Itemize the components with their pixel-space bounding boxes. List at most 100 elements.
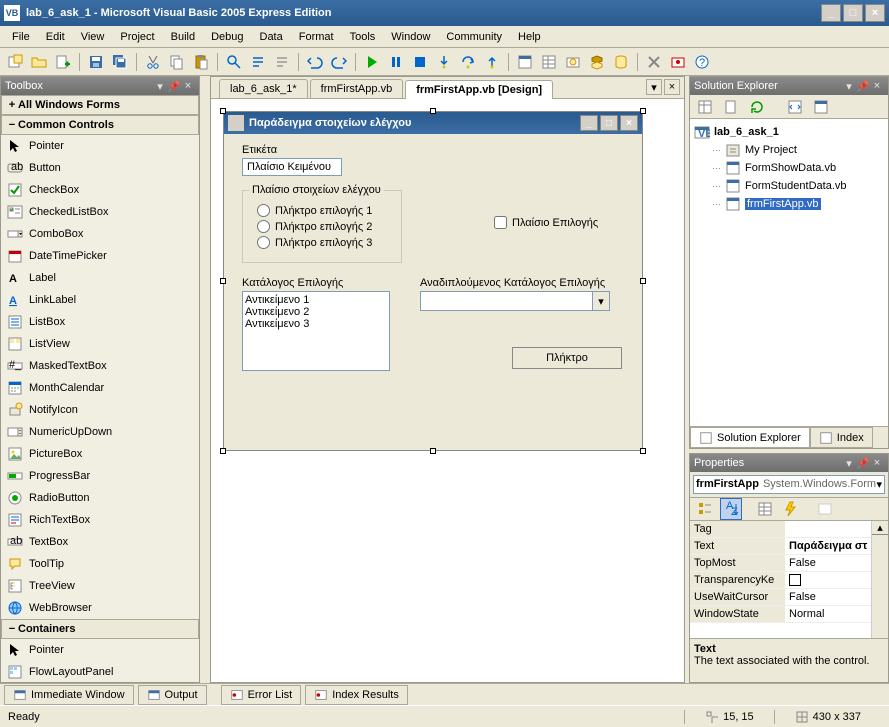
textbox-control[interactable]: Πλαίσιο Κειμένου (242, 158, 342, 176)
menu-format[interactable]: Format (291, 29, 342, 45)
toolbox-item-progressbar[interactable]: ProgressBar (1, 465, 199, 487)
menu-view[interactable]: View (73, 29, 113, 45)
menu-data[interactable]: Data (252, 29, 291, 45)
find-button[interactable] (223, 51, 245, 73)
toolbox-button[interactable] (586, 51, 608, 73)
combobox-dropdown-button[interactable]: ▾ (592, 292, 609, 310)
properties-icon[interactable] (694, 96, 716, 118)
new-project-button[interactable] (4, 51, 26, 73)
maximize-button[interactable]: □ (843, 4, 863, 22)
document-tab[interactable]: frmFirstApp.vb [Design] (405, 80, 553, 99)
dropdown-icon[interactable]: ▾ (842, 79, 856, 93)
copy-button[interactable] (166, 51, 188, 73)
step-into-button[interactable] (433, 51, 455, 73)
properties-grid[interactable]: TagTextΠαράδειγμα στTopMostFalseTranspar… (690, 521, 871, 638)
groupbox-control[interactable]: Πλαίσιο στοιχείων ελέγχου Πλήκτρο επιλογ… (242, 190, 402, 263)
toolbox-item-listview[interactable]: ListView (1, 333, 199, 355)
toolbox-item-checkbox[interactable]: CheckBox (1, 179, 199, 201)
save-all-button[interactable] (109, 51, 131, 73)
toolbox-item-treeview[interactable]: TreeView (1, 575, 199, 597)
list-item[interactable]: Αντικείμενο 1 (245, 294, 387, 306)
events-icon[interactable] (780, 498, 802, 520)
toolbox-item-listbox[interactable]: ListBox (1, 311, 199, 333)
toolbox-item-webbrowser[interactable]: WebBrowser (1, 597, 199, 619)
add-item-button[interactable] (52, 51, 74, 73)
toolbox-item-pointer[interactable]: Pointer (1, 639, 199, 661)
solution-explorer-button[interactable] (514, 51, 536, 73)
design-surface[interactable]: Παράδειγμα στοιχείων ελέγχου _ □ × Ετικέ… (211, 99, 684, 682)
toolbox-item-button[interactable]: abButton (1, 157, 199, 179)
categorized-icon[interactable] (694, 498, 716, 520)
close-icon[interactable]: × (870, 79, 884, 93)
scrollbar[interactable]: ▴ (871, 521, 888, 638)
bottom-tab[interactable]: Output (138, 685, 207, 705)
close-icon[interactable]: × (870, 456, 884, 470)
tree-node[interactable]: ⋯frmFirstApp.vb (694, 195, 884, 213)
toolbox-item-combobox[interactable]: ComboBox (1, 223, 199, 245)
properties-icon[interactable] (754, 498, 776, 520)
dropdown-icon[interactable]: ▾ (842, 456, 856, 470)
document-tab[interactable]: frmFirstApp.vb (310, 79, 404, 98)
redo-button[interactable] (328, 51, 350, 73)
toolbox-item-flowlayoutpanel[interactable]: FlowLayoutPanel (1, 661, 199, 682)
chevron-down-icon[interactable]: ▾ (876, 478, 882, 491)
paste-button[interactable] (190, 51, 212, 73)
toolbox-item-monthcalendar[interactable]: MonthCalendar (1, 377, 199, 399)
document-tab[interactable]: lab_6_ask_1* (219, 79, 308, 98)
close-button[interactable]: × (865, 4, 885, 22)
refresh-icon[interactable] (746, 96, 768, 118)
list-item[interactable]: Αντικείμενο 3 (245, 318, 387, 330)
pin-icon[interactable]: 📌 (167, 79, 181, 93)
property-row[interactable]: WindowStateNormal (690, 606, 871, 623)
panel-tab[interactable]: Solution Explorer (690, 427, 810, 448)
menu-window[interactable]: Window (383, 29, 438, 45)
property-row[interactable]: Tag (690, 521, 871, 538)
toolbox-item-picturebox[interactable]: PictureBox (1, 443, 199, 465)
design-form[interactable]: Παράδειγμα στοιχείων ελέγχου _ □ × Ετικέ… (223, 111, 643, 451)
extensions-button[interactable] (667, 51, 689, 73)
step-over-button[interactable] (457, 51, 479, 73)
label-control[interactable]: Ετικέτα (242, 144, 624, 156)
toolbox-item-richtextbox[interactable]: RichTextBox (1, 509, 199, 531)
form-maximize-button[interactable]: □ (600, 115, 618, 131)
view-designer-icon[interactable] (810, 96, 832, 118)
tab-scroll-button[interactable]: ▾ (646, 79, 662, 95)
bottom-tab[interactable]: Immediate Window (4, 685, 134, 705)
property-row[interactable]: TransparencyKe (690, 572, 871, 589)
form-close-button[interactable]: × (620, 115, 638, 131)
checkbox-control[interactable]: Πλαίσιο Επιλογής (494, 216, 598, 229)
menu-project[interactable]: Project (112, 29, 162, 45)
toolbox-item-radiobutton[interactable]: RadioButton (1, 487, 199, 509)
pin-icon[interactable]: 📌 (856, 79, 870, 93)
object-browser-button[interactable] (562, 51, 584, 73)
properties-target-select[interactable]: frmFirstApp System.Windows.Form ▾ (693, 475, 885, 494)
toolbox-item-maskedtextbox[interactable]: #_MaskedTextBox (1, 355, 199, 377)
tree-node[interactable]: ⋯FormStudentData.vb (694, 177, 884, 195)
menu-community[interactable]: Community (438, 29, 510, 45)
minimize-button[interactable]: _ (821, 4, 841, 22)
toolbox-item-textbox[interactable]: ablTextBox (1, 531, 199, 553)
uncomment-button[interactable] (271, 51, 293, 73)
database-explorer-button[interactable] (610, 51, 632, 73)
toolbox-item-checkedlistbox[interactable]: CheckedListBox (1, 201, 199, 223)
bottom-tab[interactable]: Error List (221, 685, 302, 705)
menu-tools[interactable]: Tools (342, 29, 384, 45)
toolbox-item-linklabel[interactable]: ALinkLabel (1, 289, 199, 311)
menu-debug[interactable]: Debug (203, 29, 251, 45)
toolbox-group[interactable]: + All Windows Forms (1, 95, 199, 115)
bottom-tab[interactable]: Index Results (305, 685, 408, 705)
property-pages-icon[interactable] (814, 498, 836, 520)
toolbox-item-pointer[interactable]: Pointer (1, 135, 199, 157)
start-button[interactable] (361, 51, 383, 73)
listbox-control[interactable]: Αντικείμενο 1Αντικείμενο 2Αντικείμενο 3 (242, 291, 390, 371)
save-button[interactable] (85, 51, 107, 73)
combobox-control[interactable]: ▾ (420, 291, 610, 311)
menu-build[interactable]: Build (163, 29, 203, 45)
form-minimize-button[interactable]: _ (580, 115, 598, 131)
toolbox-item-tooltip[interactable]: ToolTip (1, 553, 199, 575)
checkbox-input[interactable] (494, 216, 507, 229)
step-out-button[interactable] (481, 51, 503, 73)
close-icon[interactable]: × (181, 79, 195, 93)
pause-button[interactable] (385, 51, 407, 73)
tree-node[interactable]: ⋯My Project (694, 141, 884, 159)
